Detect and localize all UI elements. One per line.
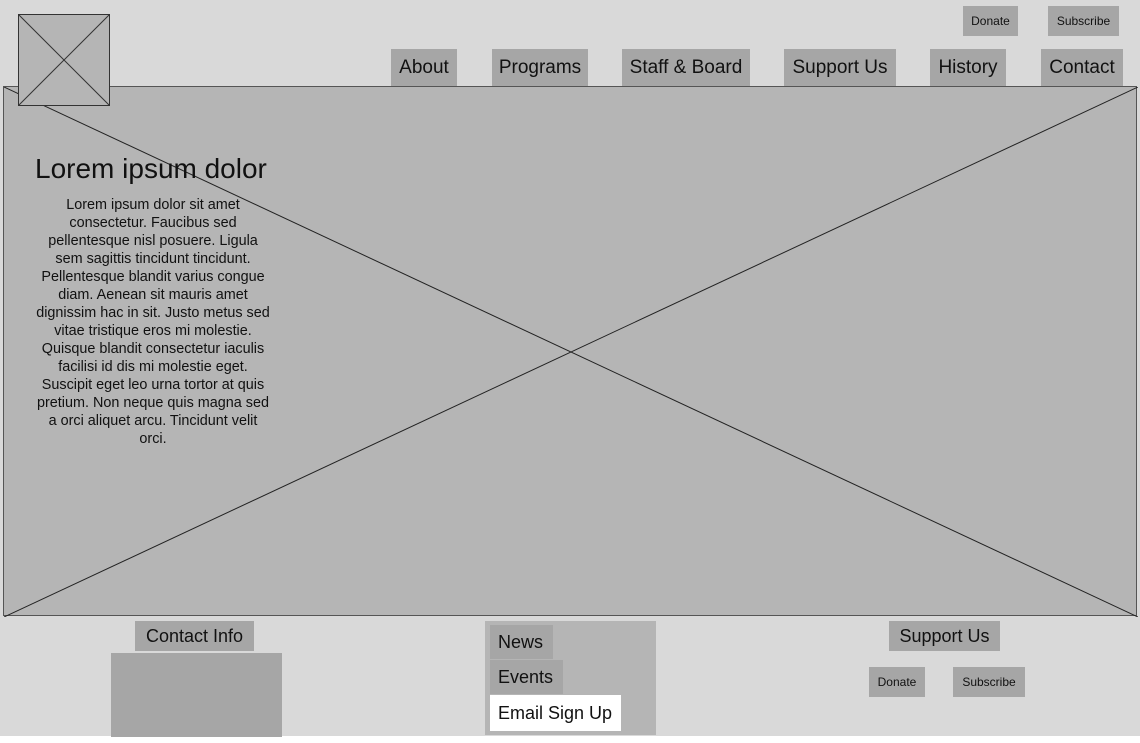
email-sign-up-link[interactable]: Email Sign Up: [490, 695, 621, 731]
hero-image-placeholder: Lorem ipsum dolor Lorem ipsum dolor sit …: [3, 86, 1138, 617]
nav-history[interactable]: History: [930, 49, 1006, 86]
subscribe-button[interactable]: Subscribe: [1048, 6, 1119, 36]
nav-staff-board[interactable]: Staff & Board: [622, 49, 750, 86]
hero-title: Lorem ipsum dolor: [35, 153, 267, 184]
logo-placeholder[interactable]: [17, 13, 111, 107]
contact-info-placeholder: [111, 653, 282, 737]
donate-button[interactable]: Donate: [963, 6, 1018, 36]
footer-subscribe-button[interactable]: Subscribe: [953, 667, 1025, 697]
footer-support-us-heading[interactable]: Support Us: [889, 621, 1000, 651]
nav-contact[interactable]: Contact: [1041, 49, 1123, 86]
nav-programs[interactable]: Programs: [492, 49, 588, 86]
footer-events-link[interactable]: Events: [490, 660, 563, 694]
page-bottom-edge: [0, 736, 1140, 743]
logo-placeholder-icon: [17, 13, 111, 107]
nav-support-us[interactable]: Support Us: [784, 49, 896, 86]
hero-body-text: Lorem ipsum dolor sit amet consectetur. …: [36, 197, 270, 447]
footer-donate-button[interactable]: Donate: [869, 667, 925, 697]
footer-news-link[interactable]: News: [490, 625, 553, 659]
footer-contact-info-heading[interactable]: Contact Info: [135, 621, 254, 651]
nav-about[interactable]: About: [391, 49, 457, 86]
